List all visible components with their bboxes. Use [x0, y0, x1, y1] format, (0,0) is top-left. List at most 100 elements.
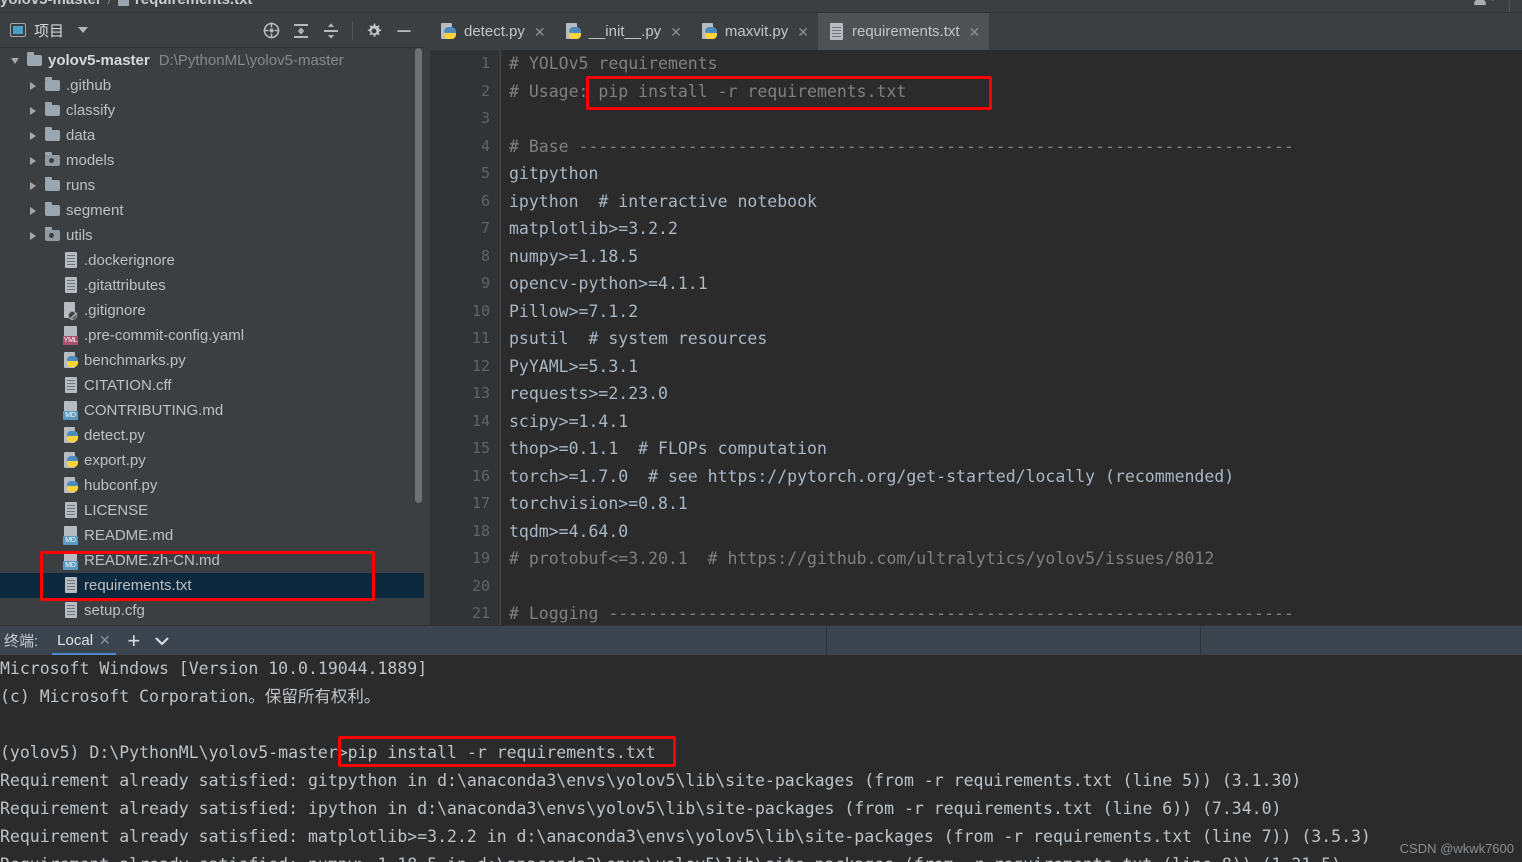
close-icon[interactable]: ✕ [670, 25, 682, 39]
project-file-tree[interactable]: yolov5-master D:\PythonML\yolov5-master .g… [0, 48, 424, 625]
editor-tab-bar: detect.py ✕ __init__.py ✕ maxvit.py ✕ requirem… [430, 13, 1522, 50]
breadcrumb[interactable]: yolov5-master / requirements.txt [0, 0, 252, 8]
code-line[interactable]: ipython # interactive notebook [501, 188, 1522, 216]
line-number: 2 [480, 81, 490, 100]
code-line[interactable]: # Logging ------------------------------… [501, 600, 1522, 625]
toolbar-divider [1509, 0, 1510, 12]
settings-gear-icon[interactable] [360, 17, 388, 45]
annotation-box-requirements-file [40, 551, 375, 601]
tree-row[interactable]: classify [0, 98, 424, 123]
chevron-right-icon[interactable] [24, 173, 42, 198]
tree-row[interactable]: yolov5-master D:\PythonML\yolov5-master [0, 48, 424, 73]
editor-tab[interactable]: requirements.txt ✕ [818, 13, 990, 50]
chevron-down-icon[interactable] [148, 626, 176, 656]
code-line[interactable]: PyYAML>=5.3.1 [501, 353, 1522, 381]
hide-panel-icon[interactable] [390, 17, 418, 45]
user-account-icon[interactable] [1470, 0, 1496, 6]
tree-row[interactable]: benchmarks.py [0, 348, 424, 373]
line-number: 11 [471, 329, 490, 347]
chevron-right-icon[interactable] [24, 98, 42, 123]
tree-row[interactable]: YML .pre-commit-config.yaml [0, 323, 424, 348]
tree-row[interactable]: detect.py [0, 423, 424, 448]
chevron-right-icon[interactable] [24, 148, 42, 173]
code-line[interactable]: numpy>=1.18.5 [501, 243, 1522, 271]
tree-row[interactable]: LICENSE [0, 498, 424, 523]
annotation-box-editor-command [586, 76, 992, 110]
terminal-output[interactable]: Microsoft Windows [Version 10.0.19044.18… [0, 655, 1522, 862]
chevron-down-icon[interactable] [78, 27, 89, 33]
tree-row[interactable]: .gitattributes [0, 273, 424, 298]
code-line[interactable] [501, 573, 1522, 601]
project-panel-title-group[interactable]: 项目 [0, 20, 89, 41]
ide-window: yolov5-master / requirements.txt 项目 [0, 0, 1522, 862]
terminal-line: (c) Microsoft Corporation。保留所有权利。 [0, 687, 381, 706]
python-file-icon [701, 22, 718, 41]
tree-row[interactable]: runs [0, 173, 424, 198]
editor-tab-label: maxvit.py [724, 23, 789, 40]
breadcrumb-file[interactable]: requirements.txt [135, 0, 253, 8]
tree-row-label: .dockerignore [84, 252, 175, 269]
chevron-right-icon[interactable] [24, 198, 42, 223]
code-line[interactable]: scipy>=1.4.1 [501, 408, 1522, 436]
code-line[interactable]: psutil # system resources [501, 325, 1522, 353]
tree-row-label: detect.py [84, 427, 145, 444]
chevron-right-icon[interactable] [24, 223, 42, 248]
code-line[interactable]: opencv-python>=4.1.1 [501, 270, 1522, 298]
tree-row[interactable]: .github [0, 73, 424, 98]
tree-row[interactable]: MD README.md [0, 523, 424, 548]
code-content[interactable]: # YOLOv5 requirements # Usage: pip instal… [501, 50, 1522, 625]
plus-icon[interactable]: + [120, 626, 148, 656]
code-line[interactable]: thop>=0.1.1 # FLOPs computation [501, 435, 1522, 463]
terminal-label: 终端: [4, 633, 39, 650]
chevron-right-icon[interactable] [24, 73, 42, 98]
tree-row[interactable]: hubconf.py [0, 473, 424, 498]
expand-all-icon[interactable] [287, 17, 315, 45]
toolbar-divider [352, 21, 353, 40]
close-icon[interactable]: ✕ [99, 632, 111, 649]
editor-tab[interactable]: maxvit.py ✕ [691, 13, 818, 50]
code-line[interactable]: matplotlib>=3.2.2 [501, 215, 1522, 243]
line-number: 10 [471, 301, 490, 320]
code-line[interactable]: # Base ---------------------------------… [501, 133, 1522, 161]
tree-row[interactable]: utils [0, 223, 424, 248]
close-icon[interactable]: ✕ [534, 25, 546, 39]
code-line[interactable]: # protobuf<=3.20.1 # https://github.com/… [501, 545, 1522, 573]
folder-source-icon [42, 148, 64, 173]
chevron-down-icon[interactable] [6, 48, 24, 73]
code-line[interactable]: # YOLOv5 requirements [501, 50, 1522, 78]
tree-row[interactable]: CITATION.cff [0, 373, 424, 398]
tree-row-label: segment [66, 202, 124, 219]
project-panel: 项目 yolov5-master D:\PythonML\yolov5-mast… [0, 13, 424, 625]
code-line[interactable]: tqdm>=4.64.0 [501, 518, 1522, 546]
code-editor[interactable]: 1 2 3 4 5 6 7 8 9 10 11 12 13 14 15 16 17 18 19 20 21 # YOLO… [430, 50, 1522, 625]
tree-row[interactable]: export.py [0, 448, 424, 473]
tree-row[interactable]: .gitignore [0, 298, 424, 323]
tree-row[interactable]: segment [0, 198, 424, 223]
code-line[interactable]: gitpython [501, 160, 1522, 188]
close-icon[interactable]: ✕ [969, 25, 981, 39]
tree-row[interactable]: models [0, 148, 424, 173]
project-panel-scrollbar[interactable] [415, 48, 422, 503]
line-number: 16 [471, 466, 490, 485]
code-line[interactable]: torchvision>=0.8.1 [501, 490, 1522, 518]
breadcrumb-project[interactable]: yolov5-master [0, 0, 102, 8]
close-icon[interactable]: ✕ [797, 25, 809, 39]
editor-tab[interactable]: __init__.py ✕ [555, 13, 691, 50]
code-line[interactable]: requests>=2.23.0 [501, 380, 1522, 408]
select-opened-file-icon[interactable] [257, 17, 285, 45]
tree-row[interactable]: data [0, 123, 424, 148]
tree-row[interactable]: setup.cfg [0, 598, 424, 623]
chevron-right-icon[interactable] [24, 123, 42, 148]
tree-row[interactable]: .dockerignore [0, 248, 424, 273]
editor-tab[interactable]: detect.py ✕ [430, 13, 555, 50]
tree-row[interactable]: MD CONTRIBUTING.md [0, 398, 424, 423]
code-line[interactable]: torch>=1.7.0 # see https://pytorch.org/g… [501, 463, 1522, 491]
terminal-tab-local[interactable]: Local ✕ [48, 626, 120, 656]
code-line[interactable]: Pillow>=7.1.2 [501, 298, 1522, 326]
collapse-all-icon[interactable] [317, 17, 345, 45]
